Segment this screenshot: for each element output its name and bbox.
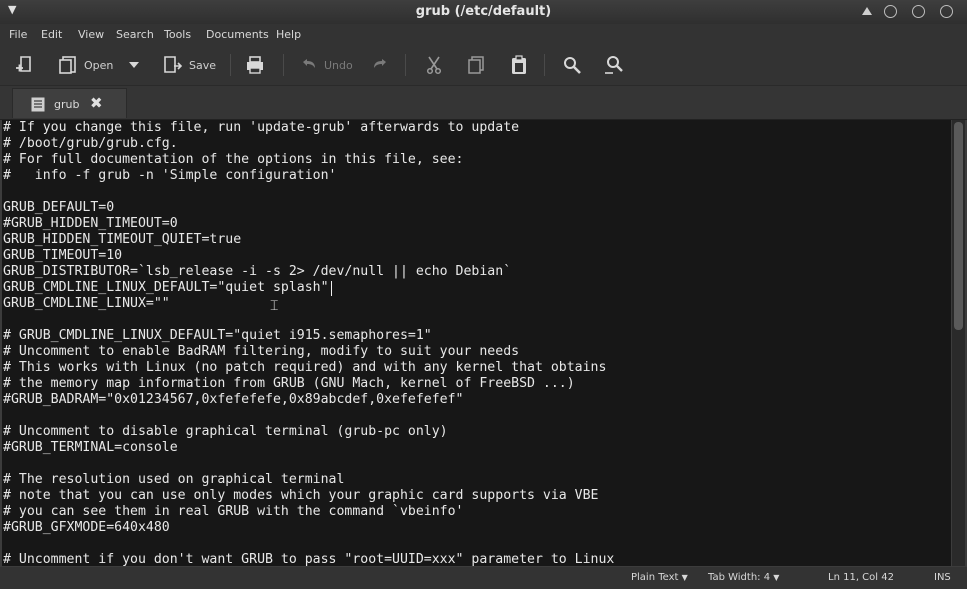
editor-line: #GRUB_GFXMODE=640x480 [3,520,170,535]
tab-width-selector[interactable]: Tab Width: 4 ▼ [708,572,779,583]
maximize-button[interactable] [912,5,925,18]
menu-edit[interactable]: Edit [41,28,62,41]
search-icon [564,57,581,74]
cursor-position: Ln 11, Col 42 [828,572,894,583]
toolbar-separator [230,54,231,76]
new-document-icon [16,56,31,72]
toolbar: Open Save Undo [0,45,967,86]
menu-help[interactable]: Help [276,28,301,41]
text-editor[interactable]: # If you change this file, run 'update-g… [2,120,951,566]
editor-line: # note that you can use only modes which… [3,488,599,503]
language-label: Plain Text [631,572,679,583]
editor-line: # you can see them in real GRUB with the… [3,504,464,519]
copy-button[interactable] [466,45,486,85]
editor-line: # Uncomment to disable graphical termina… [3,424,448,439]
shade-window-icon[interactable] [862,7,872,15]
vertical-scrollbar[interactable] [952,120,965,566]
close-window-button[interactable] [940,5,953,18]
undo-label: Undo [324,58,353,72]
clipboard-icon [512,55,526,74]
editor-line: # the memory map information from GRUB (… [3,376,575,391]
save-icon [164,56,183,73]
menu-file[interactable]: File [9,28,27,41]
save-label: Save [189,58,217,72]
tab-width-label: Tab Width: [708,572,761,583]
text-document-icon [31,97,45,112]
editor-line: GRUB_CMDLINE_LINUX_DEFAULT="quiet splash… [3,280,329,295]
open-button[interactable]: Open [58,45,113,85]
mouse-ibeam-cursor-icon: ⌶ [270,298,279,314]
editor-line: # Uncomment to enable BadRAM filtering, … [3,344,520,359]
title-bar: ▼ grub (/etc/default) [0,0,967,24]
find-button[interactable] [562,45,582,85]
close-tab-icon[interactable]: ✖ [90,94,103,112]
find-replace-icon [605,56,623,74]
find-replace-button[interactable] [604,45,626,85]
editor-line: # This works with Linux (no patch requir… [3,360,607,375]
scissors-icon [426,56,442,75]
recent-files-dropdown[interactable] [128,45,140,85]
editor-line: #GRUB_HIDDEN_TIMEOUT=0 [3,216,178,231]
menu-documents[interactable]: Documents [206,28,269,41]
chevron-down-icon: ▼ [773,573,780,582]
menu-tools[interactable]: Tools [164,28,191,41]
chevron-down-icon [129,62,139,68]
editor-line: # For full documentation of the options … [3,152,464,167]
chevron-down-icon: ▼ [681,573,688,582]
cut-button[interactable] [424,45,444,85]
menu-bar: File Edit View Search Tools Documents He… [0,24,967,45]
menu-search[interactable]: Search [116,28,154,41]
new-document-button[interactable] [14,45,34,85]
editor-line: GRUB_CMDLINE_LINUX="" [3,296,170,311]
paste-button[interactable] [509,45,529,85]
undo-icon [303,59,315,68]
tab-width-value: 4 [763,572,771,583]
editor-line: # The resolution used on graphical termi… [3,472,345,487]
editor-line: # info -f grub -n 'Simple configuration' [3,168,337,183]
document-tabs: grub ✖ [0,86,967,120]
editor-line: GRUB_TIMEOUT=10 [3,248,123,263]
tab-grub[interactable]: grub ✖ [12,88,127,118]
editor-line: GRUB_DEFAULT=0 [3,200,115,215]
editor-line: GRUB_HIDDEN_TIMEOUT_QUIET=true [3,232,242,247]
open-folder-icon [59,56,76,74]
save-button[interactable]: Save [163,45,216,85]
editor-content[interactable]: # If you change this file, run 'update-g… [2,120,951,566]
editor-line: # If you change this file, run 'update-g… [3,120,520,135]
redo-button[interactable] [371,45,389,85]
editor-line: # GRUB_CMDLINE_LINUX_DEFAULT="quiet i915… [3,328,432,343]
editor-line: GRUB_DISTRIBUTOR=`lsb_release -i -s 2> /… [3,264,512,279]
text-cursor [331,281,332,296]
tab-label: grub [54,98,80,111]
insert-mode: INS [934,572,951,583]
menu-view[interactable]: View [78,28,104,41]
toolbar-separator [283,54,284,76]
status-bar: Plain Text ▼ Tab Width: 4 ▼ Ln 11, Col 4… [0,567,967,589]
minimize-button[interactable] [884,5,897,18]
copy-icon [468,56,484,74]
language-selector[interactable]: Plain Text ▼ [631,572,688,583]
toolbar-separator [405,54,406,76]
open-label: Open [84,58,114,72]
editor-line: #GRUB_TERMINAL=console [3,440,178,455]
printer-icon [247,56,263,74]
scrollbar-thumb[interactable] [954,122,963,330]
undo-button[interactable]: Undo [300,45,353,85]
editor-line: # /boot/grub/grub.cfg. [3,136,178,151]
editor-line: # Uncomment if you don't want GRUB to pa… [3,552,615,566]
window-title: grub (/etc/default) [415,4,552,19]
toolbar-separator [544,54,545,76]
redo-icon [374,59,386,68]
print-button[interactable] [245,45,265,85]
editor-line: #GRUB_BADRAM="0x01234567,0xfefefefe,0x89… [3,392,464,407]
